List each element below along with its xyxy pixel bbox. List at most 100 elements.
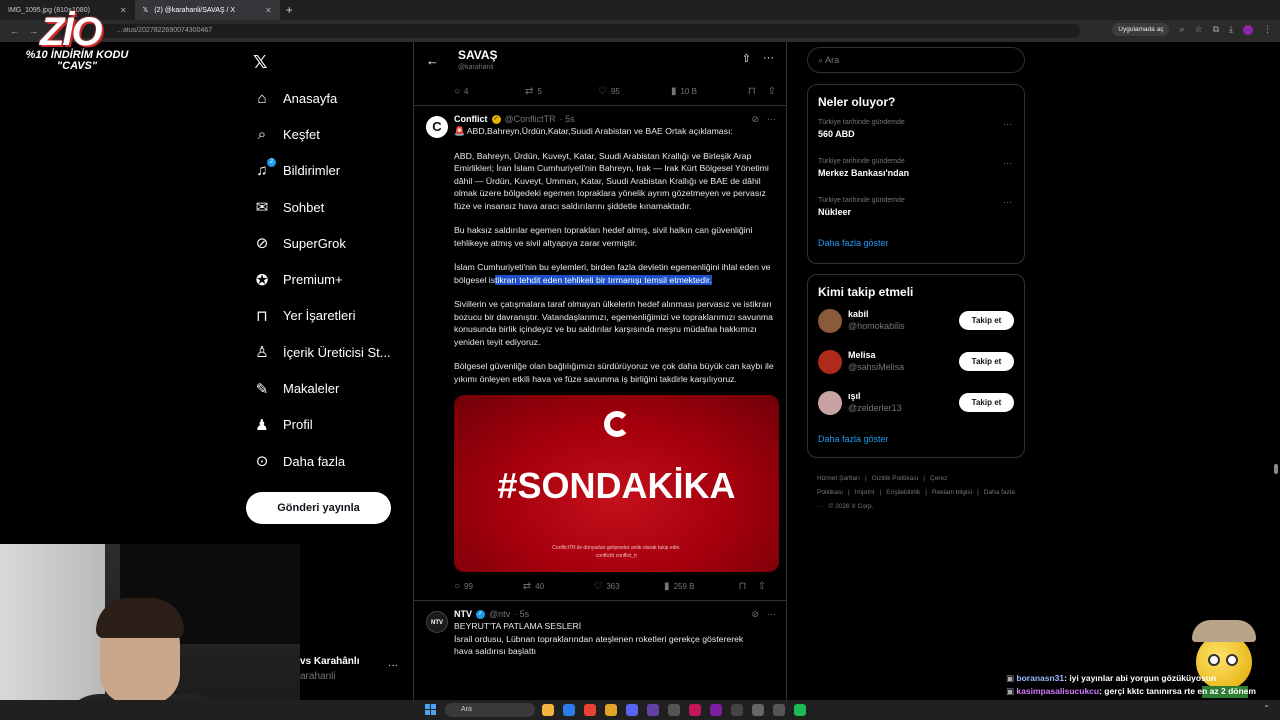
account-switcher[interactable]: vs Karahânlı arahanli [300,656,359,682]
author-handle[interactable]: @ConflictTR [505,114,556,124]
trend-item[interactable]: Türkiye tarihinde gündemde Nükleer ··· [808,193,1024,232]
post-more-icon[interactable]: ··· [767,609,776,620]
like-action[interactable]: ♡ 363 [593,581,664,592]
share-action[interactable]: ⇧ [768,86,776,97]
account-more-icon[interactable]: ··· [388,660,398,671]
author-handle[interactable]: @ntv [489,609,510,619]
sidebar-item-mail[interactable]: ✉ Sohbet [254,189,391,225]
bookmark-action[interactable]: ⊓ [748,86,768,97]
post-button[interactable]: Gönderi yayınla [246,492,391,524]
file-explorer-icon[interactable] [542,704,554,716]
author-name[interactable]: Conflict [454,114,488,124]
follow-button[interactable]: Takip et [959,393,1014,412]
reply-action[interactable]: ○ 4 [454,86,525,97]
sidebar-item-bell[interactable]: ♫ 2 Bildirimler [254,153,391,189]
menu-icon[interactable]: ⋮ [1263,24,1272,35]
star-icon[interactable]: ☆ [1195,24,1203,35]
app-icon[interactable] [710,704,722,716]
profile-avatar-icon[interactable] [1243,24,1253,35]
grok-icon[interactable]: ⊘ [751,609,759,620]
app-icon[interactable] [752,704,764,716]
avatar[interactable] [818,309,842,333]
post-conflict[interactable]: C Conflict ✓ @ConflictTR · 5s ⊘ ··· 🚨 AB… [414,106,786,601]
post-media-image[interactable]: #SONDAKİKA ConflictTR ile dünyadan geliş… [454,395,779,572]
sidebar-item-bookmark[interactable]: ⊓ Yer İşaretleri [254,298,391,334]
back-arrow-icon[interactable]: ← [426,53,439,68]
trend-more-icon[interactable]: ··· [1003,158,1012,168]
edge-icon[interactable] [563,704,575,716]
zoom-icon[interactable]: ⌕ [1179,24,1184,35]
post-more-icon[interactable]: ··· [767,114,776,125]
scrollbar-thumb[interactable] [1274,464,1278,474]
sidebar-item-home[interactable]: ⌂ Anasayfa [254,80,391,116]
reply-action[interactable]: ○ 99 [454,581,523,592]
sidebar-item-more[interactable]: ⊙ Daha fazla [254,443,391,479]
app-icon[interactable] [773,704,785,716]
bookmark-action[interactable]: ⊓ [739,581,758,592]
follow-button[interactable]: Takip et [959,352,1014,371]
footer-link[interactable]: Hizmet Şartları [817,475,860,482]
chat-badge-icon: ▣ [1006,673,1017,683]
new-tab-icon[interactable]: + [286,3,293,17]
repost-action[interactable]: ⇄ 5 [525,86,598,97]
url-field[interactable]: …atus/2027822690074300467 [60,24,1080,38]
x-logo-icon[interactable]: 𝕏 [253,52,268,73]
footer-link[interactable]: © 2026 X Corp. [829,503,874,510]
sidebar-item-grok[interactable]: ⊘ SuperGrok [254,225,391,261]
trend-item[interactable]: Türkiye tarihinde gündemde Merkez Bankası… [808,154,1024,193]
twitch-icon[interactable] [647,704,659,716]
avatar[interactable] [818,350,842,374]
account-name: vs Karahânlı [300,656,360,667]
sidebar-item-profile[interactable]: ♟ Profil [254,407,391,443]
browser-tab-x[interactable]: 𝕏 (2) @karahanli/SAVAŞ / X ✕ [134,0,280,20]
windows-start-icon[interactable] [425,704,436,715]
sidebar-item-creator[interactable]: ♙ İçerik Üreticisi St... [254,334,390,370]
chat-username[interactable]: boranasn31 [1016,673,1064,683]
app-icon[interactable] [689,704,701,716]
open-in-app-button[interactable]: Uygulamada aç [1112,23,1170,36]
ntv-avatar[interactable]: NTV [426,611,448,633]
author-name[interactable]: NTV [454,609,472,619]
system-tray-icon[interactable]: ⌃ [1263,704,1270,713]
trends-show-more-link[interactable]: Daha fazla göster [808,232,1024,258]
conflict-avatar[interactable]: C [426,116,448,138]
sidebar-item-premium[interactable]: ✪ Premium+ [254,261,391,297]
views-action[interactable]: ▮ 259 B [664,581,738,592]
chat-username[interactable]: kasimpasalisucukcu [1016,686,1099,696]
footer-link[interactable]: Reklam bilgisi [932,489,972,496]
sidebar-item-search[interactable]: ⌕ Keşfet [254,116,391,152]
follow-suggestion[interactable]: kabil @homokabilis Takip et [808,305,1024,346]
chrome-icon[interactable] [584,704,596,716]
share-action[interactable]: ⇧ [758,581,766,592]
follow-button[interactable]: Takip et [959,311,1014,330]
follow-suggestion[interactable]: ışıl @zelderler13 Takip et [808,387,1024,428]
discord-icon[interactable] [626,704,638,716]
footer-link[interactable]: Imprint [855,489,875,496]
folder-icon[interactable] [605,704,617,716]
spotify-icon[interactable] [794,704,806,716]
back-icon[interactable]: ← [10,26,19,36]
extensions-icon[interactable]: ⧉ [1213,24,1219,35]
views-action[interactable]: ▮ 10 B [671,86,748,97]
download-icon[interactable]: ⤓ [1229,24,1233,35]
avatar[interactable] [818,391,842,415]
like-action[interactable]: ♡ 95 [598,86,671,97]
taskbar-search[interactable]: Ara [445,703,535,717]
trend-more-icon[interactable]: ··· [1003,119,1012,129]
footer-link[interactable]: Erişilebilirlik [886,489,920,496]
share-icon[interactable]: ⇧ [742,52,751,65]
search-input[interactable]: ⌕ Ara [807,47,1025,73]
app-icon[interactable] [731,704,743,716]
app-icon[interactable] [668,704,680,716]
post-ntv[interactable]: NTV NTV ✓ @ntv · 5s ⊘ ··· BEYRUT'TA PATL… [414,601,786,658]
footer-link[interactable]: Gizlilik Politikası [872,475,919,482]
grok-icon[interactable]: ⊘ [751,114,759,125]
trend-item[interactable]: Türkiye tarihinde gündemde 560 ABD ··· [808,115,1024,154]
close-tab-icon[interactable]: ✕ [265,6,272,15]
sidebar-item-article[interactable]: ✎ Makaleler [254,370,391,406]
follow-suggestion[interactable]: Melisa @sahsiMelisa Takip et [808,346,1024,387]
who-show-more-link[interactable]: Daha fazla göster [808,428,1024,454]
repost-action[interactable]: ⇄ 40 [523,581,594,592]
trend-more-icon[interactable]: ··· [1003,197,1012,207]
more-icon[interactable]: ··· [763,52,774,65]
